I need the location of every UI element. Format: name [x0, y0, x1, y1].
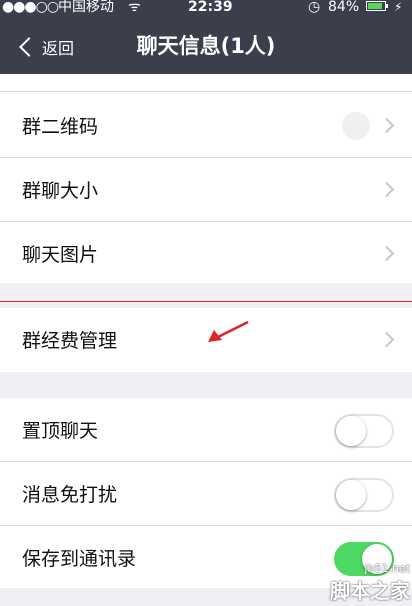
row-label: 群二维码 [22, 116, 99, 138]
row-label: 消息免打扰 [22, 484, 118, 506]
watermark-site: jb51.net [364, 562, 410, 575]
pin-chat-row: 置顶聊天 [0, 398, 412, 462]
toggle-knob [336, 416, 366, 446]
list-top-strip [0, 74, 412, 94]
chevron-right-icon [378, 245, 395, 262]
divider [0, 91, 412, 92]
settings-group-toggles: 置顶聊天 消息免打扰 保存到通讯录 [0, 398, 412, 588]
carrier-name: 中国移动 [58, 0, 114, 15]
chevron-right-icon [378, 117, 395, 134]
annotation-red-line [0, 301, 412, 302]
charging-icon: ⚡ [394, 0, 403, 14]
annotation-arrow-icon [208, 320, 249, 342]
chevron-right-icon [378, 181, 395, 198]
chat-images-row[interactable]: 聊天图片 [0, 222, 412, 285]
battery-percent: 84% [328, 0, 360, 15]
row-label: 聊天图片 [22, 244, 99, 266]
wifi-icon: ᯤ [128, 0, 141, 15]
toggle-knob [336, 480, 366, 510]
do-not-disturb-row: 消息免打扰 [0, 462, 412, 526]
row-label: 群经费管理 [22, 330, 118, 352]
chevron-right-icon [378, 331, 395, 348]
alarm-icon: ◷ [308, 0, 321, 15]
nav-header: ●●●○○ 中国移动 ᯤ 22:39 ◷ 84% ⚡ 返回 聊天信息(1人) [0, 0, 412, 74]
do-not-disturb-toggle[interactable] [334, 478, 394, 512]
row-label: 置顶聊天 [22, 420, 99, 442]
watermark-name: 脚本之家 [330, 579, 410, 603]
group-qrcode-row[interactable]: 群二维码 [0, 94, 412, 158]
qrcode-thumbnail [342, 112, 370, 140]
row-label: 群聊大小 [22, 180, 99, 202]
signal-icon: ●●●○○ [2, 0, 59, 15]
battery-icon [366, 1, 388, 11]
group-size-row[interactable]: 群聊大小 [0, 158, 412, 222]
watermark: jb51.net 脚本之家 [330, 562, 410, 604]
status-time: 22:39 [188, 0, 233, 15]
settings-group-media: 群二维码 群聊大小 聊天图片 [0, 94, 412, 283]
page-title: 聊天信息(1人) [136, 34, 276, 58]
pin-chat-toggle[interactable] [334, 414, 394, 448]
status-bar: ●●●○○ 中国移动 ᯤ 22:39 ◷ 84% ⚡ [0, 0, 412, 14]
row-label: 保存到通讯录 [22, 548, 137, 570]
